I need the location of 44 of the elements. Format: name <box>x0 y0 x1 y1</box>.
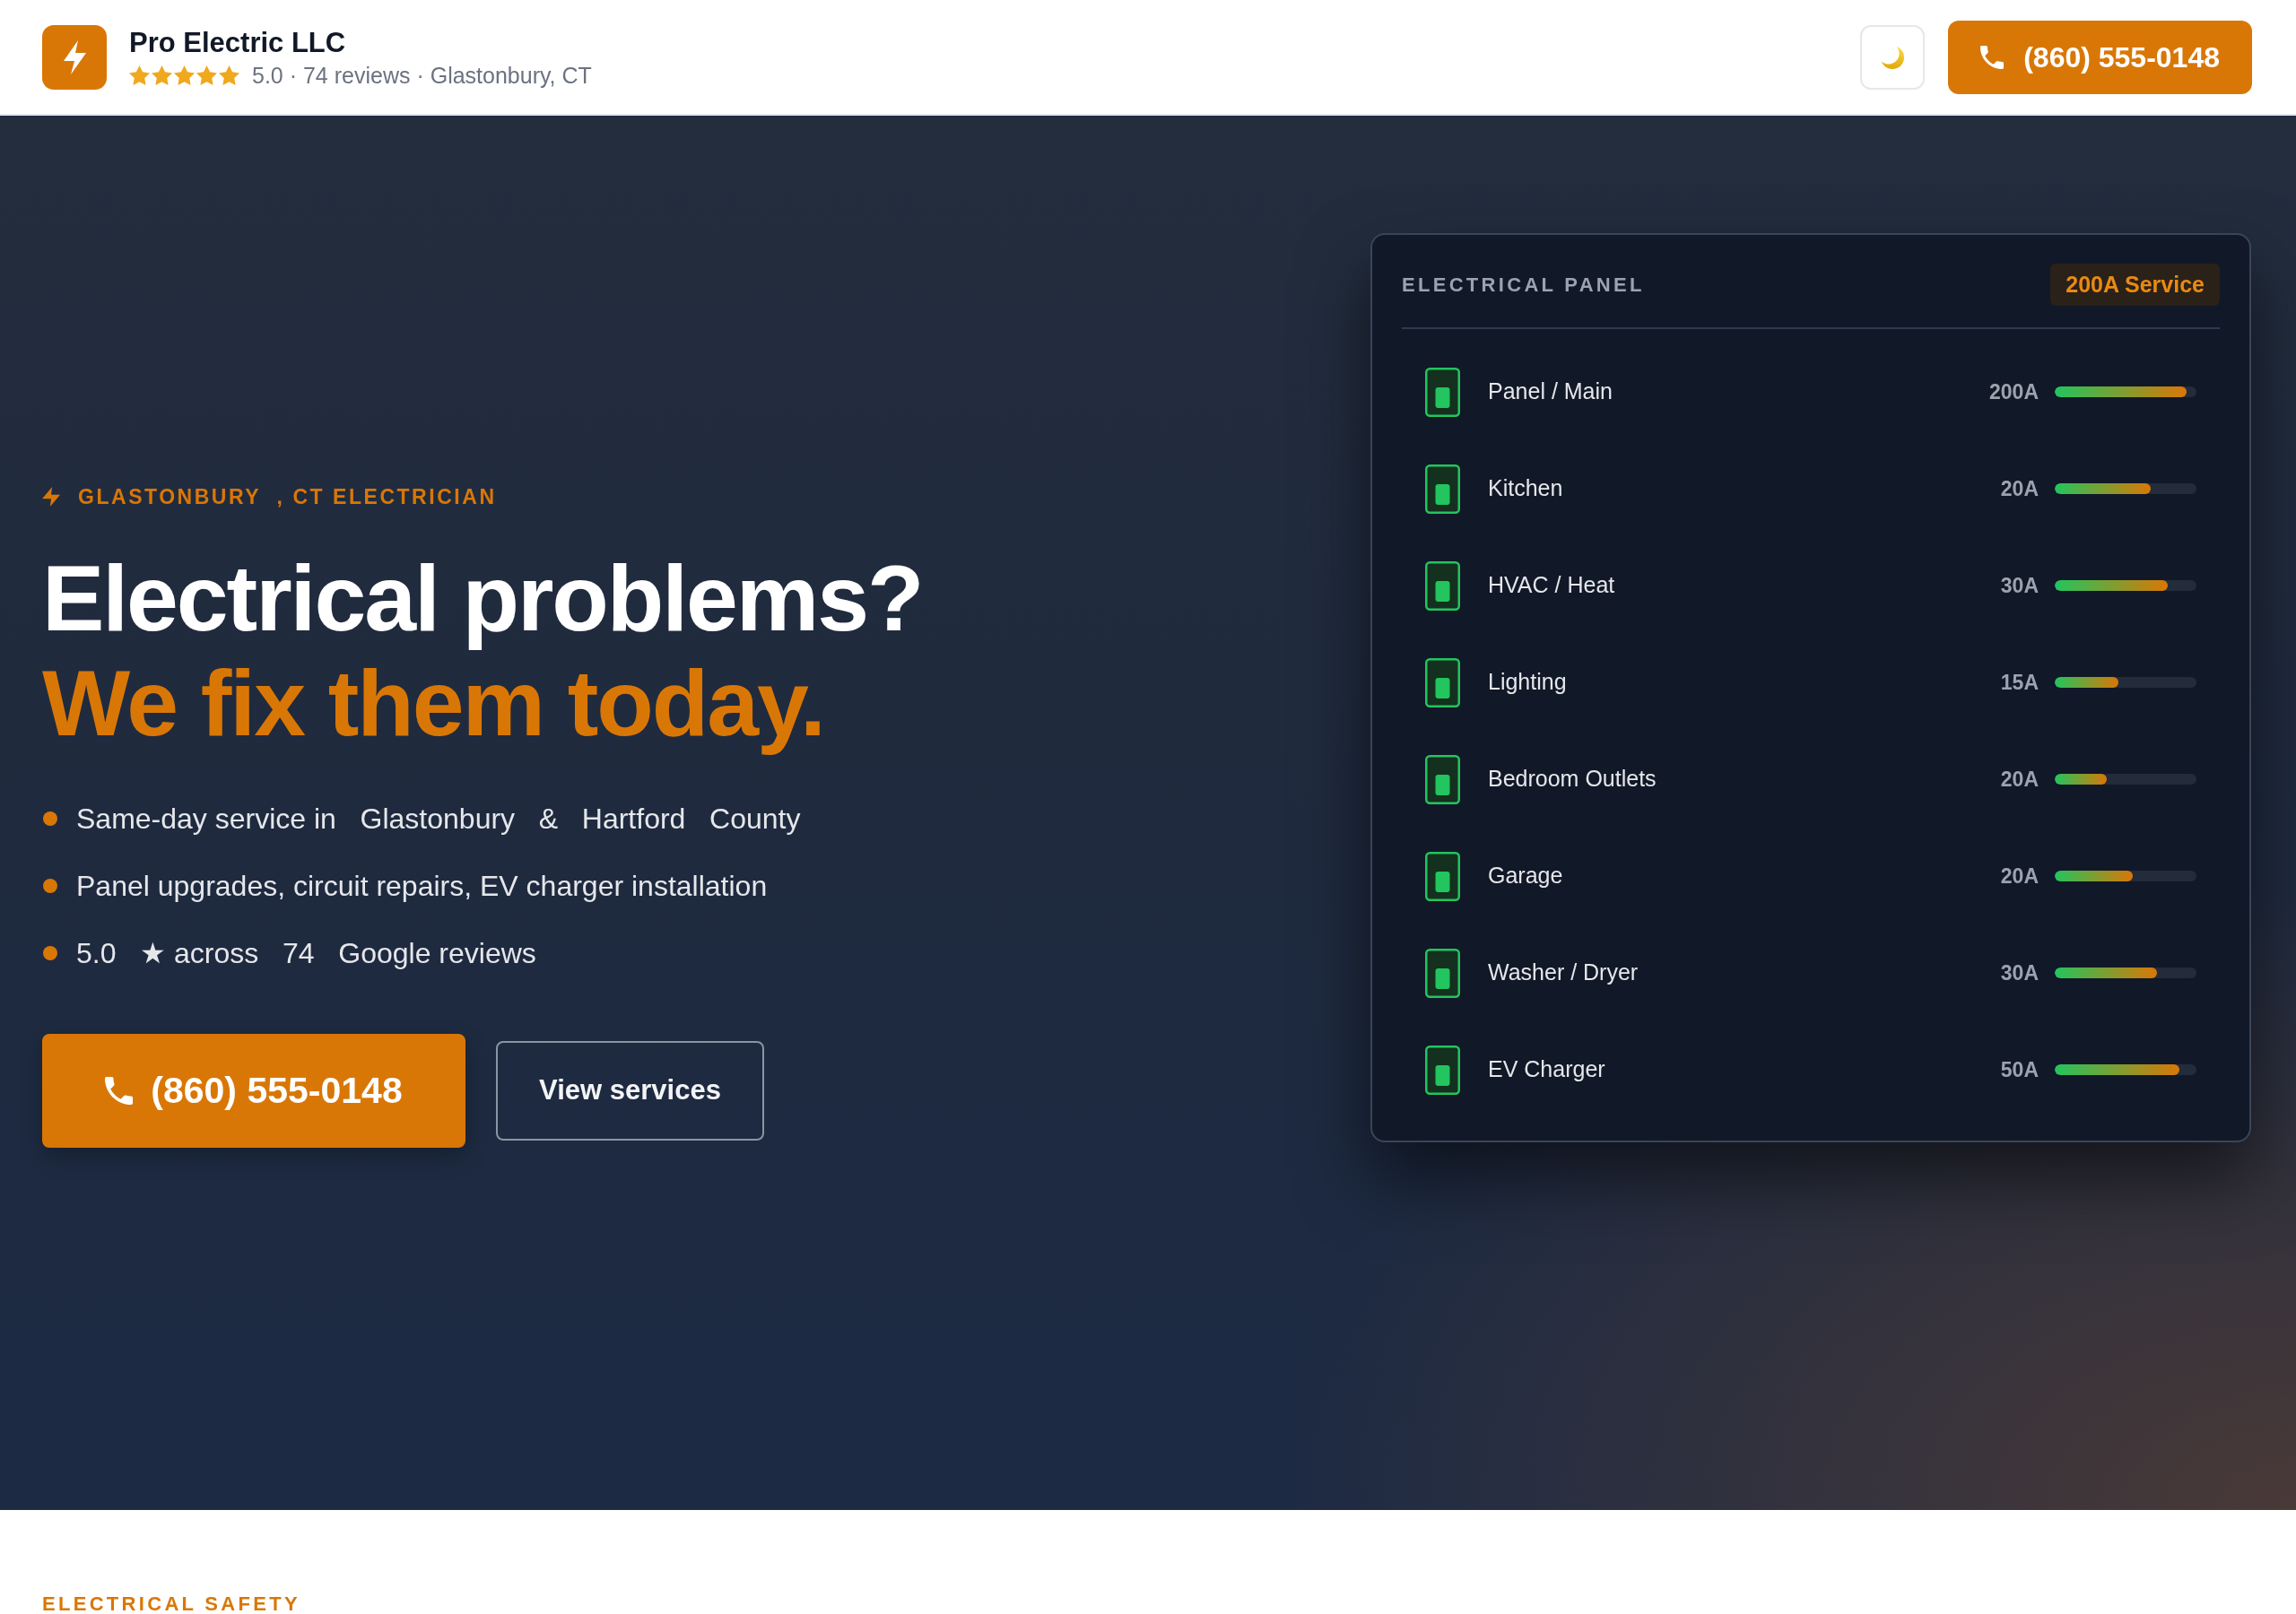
star-icon <box>129 65 150 85</box>
circuit-name: Lighting <box>1488 668 1567 697</box>
bolt-icon <box>42 486 60 508</box>
panel-title: ELECTRICAL PANEL <box>1402 272 1645 298</box>
feature-text: 5.0 ★ across 74 Google reviews <box>76 935 536 971</box>
amp-rating: 50A <box>2000 1056 2039 1083</box>
phone-icon <box>105 1077 134 1105</box>
bullet-icon <box>43 811 57 826</box>
rating-summary: 5.0 · 74 reviews · Glastonbury, CT <box>252 61 592 89</box>
phone-icon <box>1980 45 2005 69</box>
amp-rating: 20A <box>2000 863 2039 889</box>
feature-text: Same-day service in Glastonbury & Hartford County <box>76 801 801 837</box>
amp-rating: 200A <box>1989 378 2039 405</box>
circuit-name: Garage <box>1488 862 1563 890</box>
theme-toggle-button[interactable] <box>1860 24 1926 90</box>
amp-rating: 15A <box>2000 669 2039 696</box>
amp-rating: 20A <box>2000 766 2039 793</box>
circuit-name: Panel / Main <box>1488 377 1613 406</box>
service-badge: 200A Service <box>2050 264 2220 306</box>
business-name: Pro Electric LLC <box>129 25 346 60</box>
amp-rating: 30A <box>2000 572 2039 599</box>
call-button[interactable]: (860) 555-0148 <box>1948 20 2252 94</box>
star-icon <box>196 65 217 85</box>
bolt-logo-icon <box>42 24 107 90</box>
circuit-name: HVAC / Heat <box>1488 571 1615 600</box>
headline: Electrical problems? <box>42 546 923 651</box>
call-button[interactable]: (860) 555-0148 <box>42 1034 465 1148</box>
amp-rating: 20A <box>2000 475 2039 502</box>
headline-accent: We fix them today. <box>42 651 824 756</box>
feature-text: Panel upgrades, circuit repairs, EV charger installation <box>76 868 768 904</box>
view-services-button[interactable]: View services <box>496 1041 764 1141</box>
moon-icon <box>1881 45 1905 69</box>
circuit-name: EV Charger <box>1488 1055 1605 1084</box>
circuit-name: Bedroom Outlets <box>1488 765 1657 794</box>
eyebrow-label: GLASTONBURY , CT ELECTRICIAN <box>78 484 497 509</box>
circuit-name: Washer / Dryer <box>1488 959 1639 987</box>
bullet-icon <box>43 878 57 893</box>
star-icon <box>152 65 172 85</box>
star-icon <box>219 65 239 85</box>
star-icon <box>174 65 195 85</box>
section-eyebrow: ELECTRICAL SAFETY <box>42 1594 300 1614</box>
circuit-name: Kitchen <box>1488 474 1563 503</box>
amp-rating: 30A <box>2000 959 2039 986</box>
bullet-icon <box>43 945 57 960</box>
